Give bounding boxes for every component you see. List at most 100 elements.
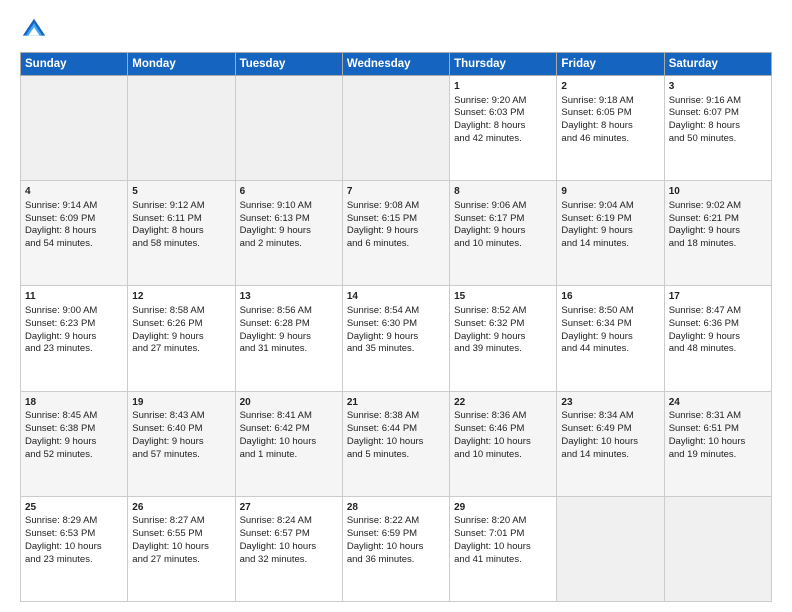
calendar-cell: 2Sunrise: 9:18 AM Sunset: 6:05 PM Daylig… — [557, 76, 664, 181]
calendar-cell: 6Sunrise: 9:10 AM Sunset: 6:13 PM Daylig… — [235, 181, 342, 286]
day-number: 14 — [347, 290, 445, 304]
calendar-week-row: 25Sunrise: 8:29 AM Sunset: 6:53 PM Dayli… — [21, 496, 772, 601]
day-info: Sunrise: 8:34 AM Sunset: 6:49 PM Dayligh… — [561, 410, 659, 461]
calendar-table: SundayMondayTuesdayWednesdayThursdayFrid… — [20, 52, 772, 602]
calendar-cell: 13Sunrise: 8:56 AM Sunset: 6:28 PM Dayli… — [235, 286, 342, 391]
day-info: Sunrise: 8:50 AM Sunset: 6:34 PM Dayligh… — [561, 305, 659, 356]
day-info: Sunrise: 8:45 AM Sunset: 6:38 PM Dayligh… — [25, 410, 123, 461]
day-info: Sunrise: 9:16 AM Sunset: 6:07 PM Dayligh… — [669, 95, 767, 146]
day-number: 16 — [561, 290, 659, 304]
weekday-header: Monday — [128, 53, 235, 76]
day-info: Sunrise: 9:04 AM Sunset: 6:19 PM Dayligh… — [561, 200, 659, 251]
day-number: 13 — [240, 290, 338, 304]
day-number: 11 — [25, 290, 123, 304]
calendar-cell: 21Sunrise: 8:38 AM Sunset: 6:44 PM Dayli… — [342, 391, 449, 496]
calendar-cell — [235, 76, 342, 181]
day-info: Sunrise: 8:27 AM Sunset: 6:55 PM Dayligh… — [132, 515, 230, 566]
day-number: 10 — [669, 185, 767, 199]
calendar-cell: 3Sunrise: 9:16 AM Sunset: 6:07 PM Daylig… — [664, 76, 771, 181]
calendar-week-row: 4Sunrise: 9:14 AM Sunset: 6:09 PM Daylig… — [21, 181, 772, 286]
calendar-cell: 12Sunrise: 8:58 AM Sunset: 6:26 PM Dayli… — [128, 286, 235, 391]
day-info: Sunrise: 8:20 AM Sunset: 7:01 PM Dayligh… — [454, 515, 552, 566]
calendar-cell: 24Sunrise: 8:31 AM Sunset: 6:51 PM Dayli… — [664, 391, 771, 496]
calendar-cell: 17Sunrise: 8:47 AM Sunset: 6:36 PM Dayli… — [664, 286, 771, 391]
day-number: 24 — [669, 396, 767, 410]
day-number: 6 — [240, 185, 338, 199]
day-number: 12 — [132, 290, 230, 304]
day-info: Sunrise: 9:18 AM Sunset: 6:05 PM Dayligh… — [561, 95, 659, 146]
day-number: 28 — [347, 501, 445, 515]
calendar-cell: 7Sunrise: 9:08 AM Sunset: 6:15 PM Daylig… — [342, 181, 449, 286]
calendar-cell: 25Sunrise: 8:29 AM Sunset: 6:53 PM Dayli… — [21, 496, 128, 601]
day-number: 3 — [669, 80, 767, 94]
day-info: Sunrise: 8:56 AM Sunset: 6:28 PM Dayligh… — [240, 305, 338, 356]
day-number: 27 — [240, 501, 338, 515]
day-info: Sunrise: 8:31 AM Sunset: 6:51 PM Dayligh… — [669, 410, 767, 461]
day-info: Sunrise: 8:22 AM Sunset: 6:59 PM Dayligh… — [347, 515, 445, 566]
calendar-cell: 10Sunrise: 9:02 AM Sunset: 6:21 PM Dayli… — [664, 181, 771, 286]
day-info: Sunrise: 9:02 AM Sunset: 6:21 PM Dayligh… — [669, 200, 767, 251]
calendar-cell: 16Sunrise: 8:50 AM Sunset: 6:34 PM Dayli… — [557, 286, 664, 391]
weekday-header-row: SundayMondayTuesdayWednesdayThursdayFrid… — [21, 53, 772, 76]
logo — [20, 16, 52, 44]
day-info: Sunrise: 8:43 AM Sunset: 6:40 PM Dayligh… — [132, 410, 230, 461]
day-info: Sunrise: 9:00 AM Sunset: 6:23 PM Dayligh… — [25, 305, 123, 356]
day-info: Sunrise: 8:41 AM Sunset: 6:42 PM Dayligh… — [240, 410, 338, 461]
day-number: 2 — [561, 80, 659, 94]
calendar-cell — [557, 496, 664, 601]
calendar-cell: 11Sunrise: 9:00 AM Sunset: 6:23 PM Dayli… — [21, 286, 128, 391]
day-number: 7 — [347, 185, 445, 199]
weekday-header: Tuesday — [235, 53, 342, 76]
calendar-cell: 8Sunrise: 9:06 AM Sunset: 6:17 PM Daylig… — [450, 181, 557, 286]
calendar-cell: 26Sunrise: 8:27 AM Sunset: 6:55 PM Dayli… — [128, 496, 235, 601]
calendar-cell: 18Sunrise: 8:45 AM Sunset: 6:38 PM Dayli… — [21, 391, 128, 496]
logo-icon — [20, 16, 48, 44]
day-info: Sunrise: 8:54 AM Sunset: 6:30 PM Dayligh… — [347, 305, 445, 356]
day-number: 29 — [454, 501, 552, 515]
day-info: Sunrise: 8:58 AM Sunset: 6:26 PM Dayligh… — [132, 305, 230, 356]
day-info: Sunrise: 8:47 AM Sunset: 6:36 PM Dayligh… — [669, 305, 767, 356]
calendar-cell: 1Sunrise: 9:20 AM Sunset: 6:03 PM Daylig… — [450, 76, 557, 181]
calendar-week-row: 1Sunrise: 9:20 AM Sunset: 6:03 PM Daylig… — [21, 76, 772, 181]
day-info: Sunrise: 9:10 AM Sunset: 6:13 PM Dayligh… — [240, 200, 338, 251]
calendar-cell: 20Sunrise: 8:41 AM Sunset: 6:42 PM Dayli… — [235, 391, 342, 496]
day-number: 18 — [25, 396, 123, 410]
calendar-cell — [21, 76, 128, 181]
weekday-header: Friday — [557, 53, 664, 76]
day-number: 4 — [25, 185, 123, 199]
day-info: Sunrise: 8:24 AM Sunset: 6:57 PM Dayligh… — [240, 515, 338, 566]
calendar-cell: 4Sunrise: 9:14 AM Sunset: 6:09 PM Daylig… — [21, 181, 128, 286]
calendar-cell: 23Sunrise: 8:34 AM Sunset: 6:49 PM Dayli… — [557, 391, 664, 496]
day-number: 22 — [454, 396, 552, 410]
weekday-header: Sunday — [21, 53, 128, 76]
weekday-header: Thursday — [450, 53, 557, 76]
calendar-cell: 15Sunrise: 8:52 AM Sunset: 6:32 PM Dayli… — [450, 286, 557, 391]
calendar-week-row: 18Sunrise: 8:45 AM Sunset: 6:38 PM Dayli… — [21, 391, 772, 496]
day-info: Sunrise: 8:38 AM Sunset: 6:44 PM Dayligh… — [347, 410, 445, 461]
day-number: 8 — [454, 185, 552, 199]
day-number: 26 — [132, 501, 230, 515]
day-info: Sunrise: 9:20 AM Sunset: 6:03 PM Dayligh… — [454, 95, 552, 146]
day-number: 1 — [454, 80, 552, 94]
calendar-cell: 14Sunrise: 8:54 AM Sunset: 6:30 PM Dayli… — [342, 286, 449, 391]
day-info: Sunrise: 9:08 AM Sunset: 6:15 PM Dayligh… — [347, 200, 445, 251]
day-info: Sunrise: 9:14 AM Sunset: 6:09 PM Dayligh… — [25, 200, 123, 251]
day-number: 15 — [454, 290, 552, 304]
day-info: Sunrise: 9:06 AM Sunset: 6:17 PM Dayligh… — [454, 200, 552, 251]
day-info: Sunrise: 8:36 AM Sunset: 6:46 PM Dayligh… — [454, 410, 552, 461]
calendar-cell: 19Sunrise: 8:43 AM Sunset: 6:40 PM Dayli… — [128, 391, 235, 496]
day-number: 9 — [561, 185, 659, 199]
calendar-cell: 29Sunrise: 8:20 AM Sunset: 7:01 PM Dayli… — [450, 496, 557, 601]
calendar-cell — [342, 76, 449, 181]
calendar-week-row: 11Sunrise: 9:00 AM Sunset: 6:23 PM Dayli… — [21, 286, 772, 391]
day-number: 17 — [669, 290, 767, 304]
day-info: Sunrise: 8:52 AM Sunset: 6:32 PM Dayligh… — [454, 305, 552, 356]
day-number: 19 — [132, 396, 230, 410]
day-number: 25 — [25, 501, 123, 515]
weekday-header: Wednesday — [342, 53, 449, 76]
calendar-cell: 5Sunrise: 9:12 AM Sunset: 6:11 PM Daylig… — [128, 181, 235, 286]
day-number: 20 — [240, 396, 338, 410]
day-number: 21 — [347, 396, 445, 410]
calendar-cell: 28Sunrise: 8:22 AM Sunset: 6:59 PM Dayli… — [342, 496, 449, 601]
day-info: Sunrise: 8:29 AM Sunset: 6:53 PM Dayligh… — [25, 515, 123, 566]
